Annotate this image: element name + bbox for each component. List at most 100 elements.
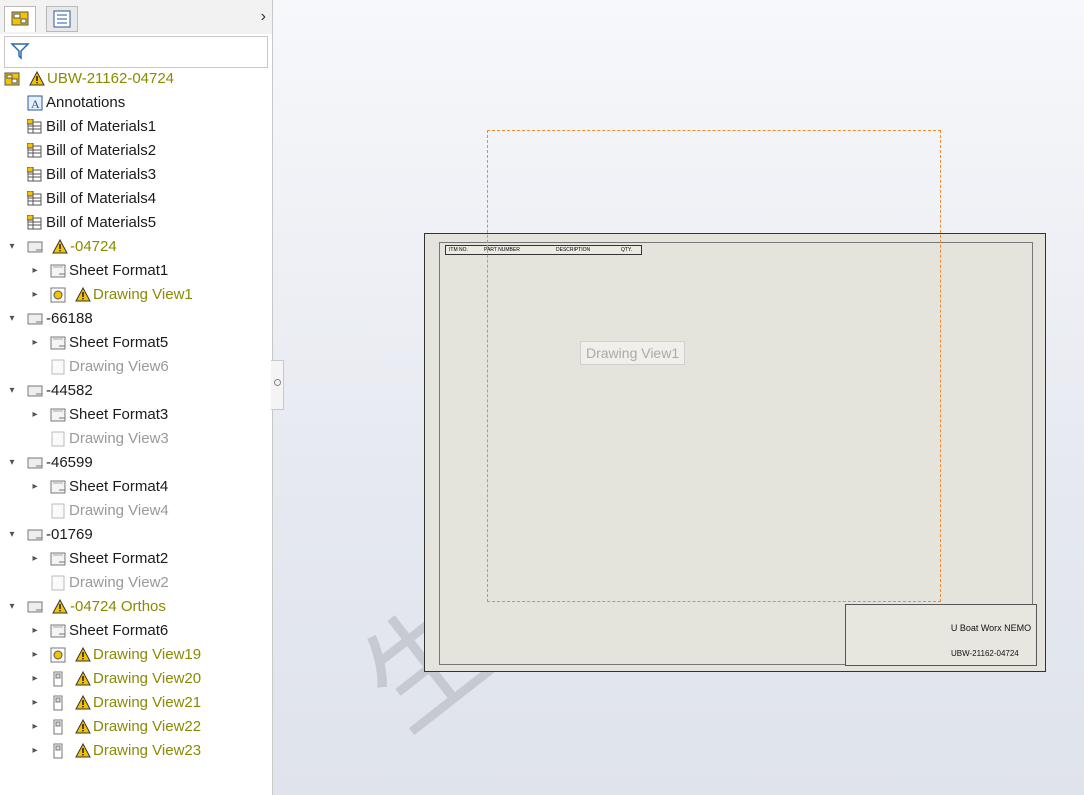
tree-item[interactable]: ▸ Drawing View21 (0, 691, 272, 715)
warning-icon (75, 743, 91, 758)
chevron-right-icon[interactable]: ▸ (30, 403, 40, 427)
tree-item-label: -04724 Orthos (70, 598, 166, 615)
tree-item[interactable]: ▸ Sheet Format4 (0, 475, 272, 499)
chevron-right-icon[interactable]: › (261, 8, 266, 26)
tree-item-label: Sheet Format5 (69, 334, 169, 351)
warning-icon (75, 671, 91, 686)
drawing-icon (4, 72, 20, 86)
tree-item[interactable]: ▸ Sheet Format2 (0, 547, 272, 571)
tree-item[interactable]: ▾ -04724 (0, 235, 272, 259)
tree-item-label: Drawing View21 (93, 694, 202, 711)
tree-item[interactable]: Drawing View2 (0, 571, 272, 595)
tree-item-label: Bill of Materials2 (46, 142, 157, 159)
tree-item[interactable]: Bill of Materials1 (0, 115, 272, 139)
tree-item-label: Drawing View1 (93, 286, 193, 303)
tree-item-label: Drawing View6 (69, 358, 169, 375)
bom-icon (27, 215, 42, 230)
tree-item-label: Bill of Materials4 (46, 190, 157, 207)
ortho-view-icon (53, 695, 63, 711)
ortho-view-icon (53, 719, 63, 735)
tree-item-label: -66188 (46, 310, 93, 327)
tree-item[interactable]: Drawing View6 (0, 355, 272, 379)
view-icon (50, 647, 66, 663)
title-drawing-number: UBW-21162-04724 (951, 649, 1019, 658)
tab-feature-manager[interactable] (4, 6, 36, 32)
drawing-view-boundary[interactable] (487, 130, 941, 602)
tree-item[interactable]: ▾ -04724 Orthos (0, 595, 272, 619)
chevron-right-icon[interactable]: ▸ (30, 691, 40, 715)
tree-item[interactable]: Bill of Materials5 (0, 211, 272, 235)
tree-item[interactable]: Drawing View4 (0, 499, 272, 523)
tree-item[interactable]: A Annotations (0, 91, 272, 115)
tree-item-label: -46599 (46, 454, 93, 471)
chevron-right-icon[interactable]: ▸ (30, 715, 40, 739)
warning-icon (75, 287, 91, 302)
chevron-down-icon[interactable]: ▾ (7, 451, 17, 475)
tree-item[interactable]: ▸ Sheet Format3 (0, 403, 272, 427)
warning-icon (75, 647, 91, 662)
sheet-format-icon (50, 624, 66, 638)
tree-item-label: Sheet Format4 (69, 478, 169, 495)
tree-item[interactable]: Drawing View3 (0, 427, 272, 451)
tree-item[interactable]: ▸ Drawing View23 (0, 739, 272, 763)
tree-item[interactable]: ▾ -66188 (0, 307, 272, 331)
chevron-down-icon[interactable]: ▾ (7, 307, 17, 331)
drawing-view-label: Drawing View1 (580, 341, 686, 365)
warning-icon (75, 719, 91, 734)
chevron-right-icon[interactable]: ▸ (30, 259, 40, 283)
panel-tab-bar: › (0, 0, 272, 34)
tab-property-manager[interactable] (46, 6, 78, 32)
tree-item-label: Drawing View23 (93, 742, 202, 759)
title-company: U Boat Worx NEMO (950, 623, 1032, 633)
sheet-format-icon (50, 552, 66, 566)
chevron-right-icon[interactable]: ▸ (30, 643, 40, 667)
chevron-down-icon[interactable]: ▾ (7, 235, 17, 259)
tree-item[interactable]: ▸ Sheet Format6 (0, 619, 272, 643)
feature-manager-panel: › UBW-21162-04724 A Annotations Bill of Mat… (0, 0, 273, 795)
tree-item-label: Drawing View20 (93, 670, 202, 687)
tree-filter-input[interactable] (4, 36, 268, 68)
feature-tree-icon (11, 11, 29, 26)
title-block[interactable]: U Boat Worx NEMO UBW-21162-04724 (845, 604, 1037, 666)
tree-item-label: Drawing View2 (69, 574, 169, 591)
tree-item-label: -04724 (70, 238, 117, 255)
sheet-format-icon (50, 264, 66, 278)
tree-item-label: Sheet Format1 (69, 262, 169, 279)
tree-item-label: Drawing View19 (93, 646, 202, 663)
ortho-view-icon (53, 743, 63, 759)
sheet-icon (27, 457, 43, 469)
tree-item[interactable]: ▸ Drawing View22 (0, 715, 272, 739)
tree-item[interactable]: Bill of Materials2 (0, 139, 272, 163)
chevron-down-icon[interactable]: ▾ (7, 379, 17, 403)
empty-view-icon (51, 503, 65, 519)
chevron-right-icon[interactable]: ▸ (30, 547, 40, 571)
tree-item[interactable]: ▾ -46599 (0, 451, 272, 475)
tree-item[interactable]: ▾ -44582 (0, 379, 272, 403)
tree-item[interactable]: ▸ Drawing View20 (0, 667, 272, 691)
tree-item[interactable]: Bill of Materials3 (0, 163, 272, 187)
tree-item-label: UBW-21162-04724 (47, 70, 175, 87)
panel-collapse-handle[interactable] (271, 360, 284, 410)
tree-item[interactable]: ▸ Sheet Format1 (0, 259, 272, 283)
filter-icon[interactable] (10, 41, 30, 61)
chevron-right-icon[interactable]: ▸ (30, 667, 40, 691)
tree-item[interactable]: ▸ Sheet Format5 (0, 331, 272, 355)
warning-icon (52, 239, 68, 254)
chevron-right-icon[interactable]: ▸ (30, 619, 40, 643)
tree-item[interactable]: ▸ Drawing View1 (0, 283, 272, 307)
chevron-right-icon[interactable]: ▸ (30, 739, 40, 763)
sheet-icon (27, 529, 43, 541)
chevron-down-icon[interactable]: ▾ (7, 595, 17, 619)
tree-item[interactable]: ▸ Drawing View19 (0, 643, 272, 667)
tree-item[interactable]: Bill of Materials4 (0, 187, 272, 211)
chevron-right-icon[interactable]: ▸ (30, 475, 40, 499)
chevron-right-icon[interactable]: ▸ (30, 331, 40, 355)
view-icon (50, 287, 66, 303)
tree-item[interactable]: UBW-21162-04724 (0, 67, 272, 91)
tree-item[interactable]: ▾ -01769 (0, 523, 272, 547)
ortho-view-icon (53, 671, 63, 687)
tree-item-label: Bill of Materials1 (46, 118, 157, 135)
bom-icon (27, 191, 42, 206)
chevron-right-icon[interactable]: ▸ (30, 283, 40, 307)
chevron-down-icon[interactable]: ▾ (7, 523, 17, 547)
